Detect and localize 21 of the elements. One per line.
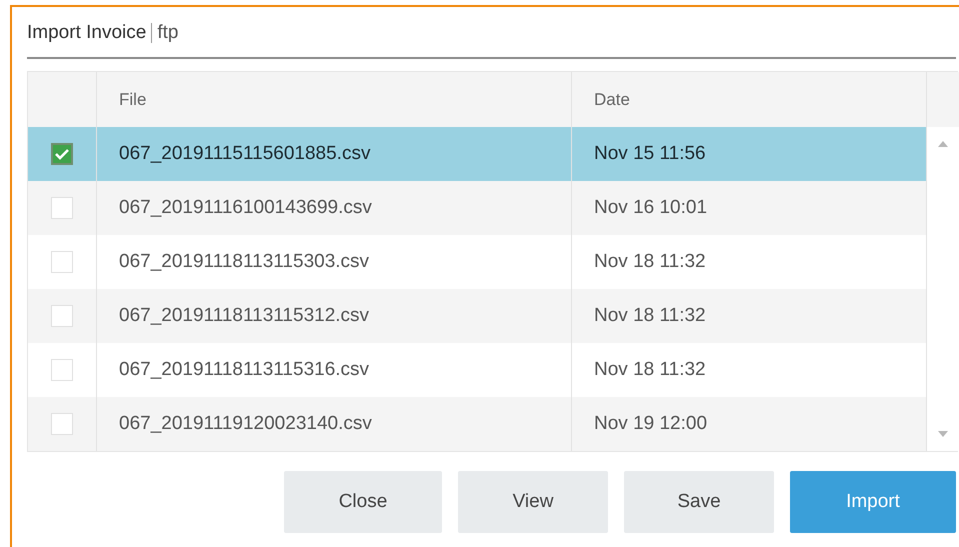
checkbox[interactable]: [51, 143, 73, 165]
scrollbar[interactable]: [926, 127, 959, 451]
table-cell: Nov 15 11:56: [571, 127, 926, 181]
table-cell: Nov 16 10:01: [571, 181, 926, 235]
column-header: File: [96, 72, 571, 127]
check-icon: [54, 148, 70, 160]
header-cell: [28, 72, 96, 127]
table-cell: 067_20191116100143699.csv: [96, 181, 571, 235]
scroll-down-icon[interactable]: [938, 431, 948, 437]
table-cell: 067_20191115115601885.csv: [96, 127, 571, 181]
dialog-button[interactable]: Save: [624, 471, 774, 533]
source-label: ftp: [157, 22, 178, 44]
scroll-up-icon[interactable]: [938, 141, 948, 147]
table-cell: 067_20191119120023140.csv: [96, 397, 571, 451]
table-cell: Nov 19 12:00: [571, 397, 926, 451]
column-header: Date: [571, 72, 926, 127]
table-cell: Nov 18 11:32: [571, 289, 926, 343]
dialog-button[interactable]: Close: [284, 471, 442, 533]
table-cell: 067_20191118113115312.csv: [96, 289, 571, 343]
dialog-title: Import Invoice: [27, 22, 146, 44]
dialog-button[interactable]: View: [458, 471, 608, 533]
